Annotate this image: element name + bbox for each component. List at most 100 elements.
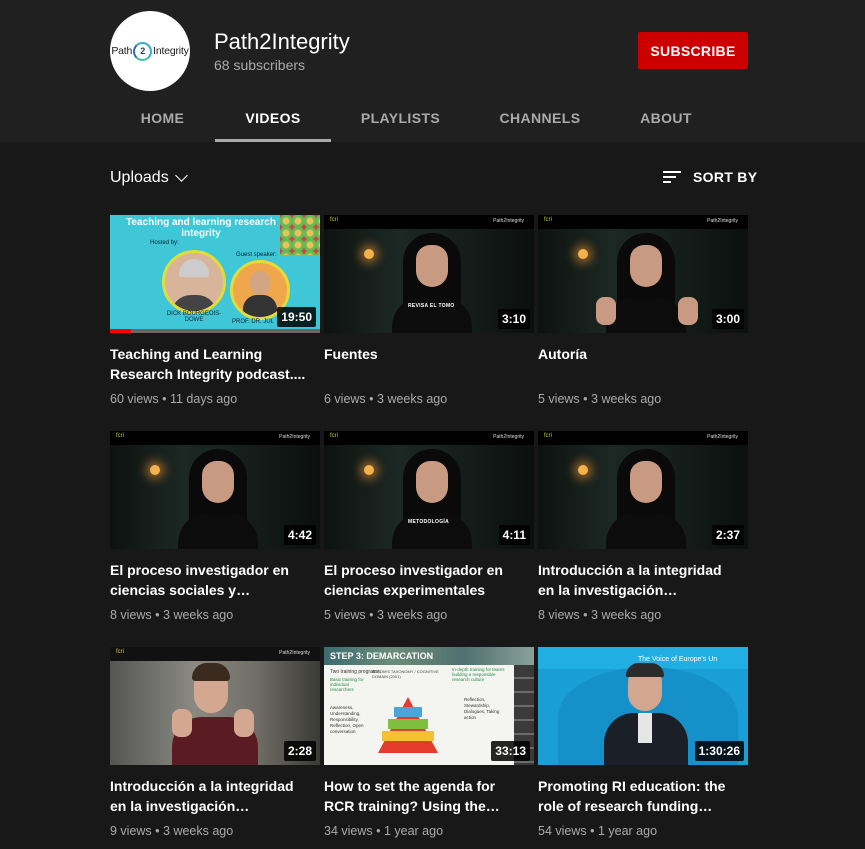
host-photo	[162, 250, 226, 314]
thumbnail-guest-name: PROF. DR. JUL	[232, 319, 275, 325]
thumbnail-banner: The Voice of Europe's Un	[638, 656, 718, 663]
video-card[interactable]: fcri Path2Integrity METODOLOGÍA 4:11 El …	[324, 431, 534, 622]
video-duration: 3:00	[711, 309, 744, 329]
sort-by-button[interactable]: SORT BY	[663, 169, 757, 185]
avatar-logo-icon: 2	[133, 41, 153, 61]
video-title[interactable]: Autoría	[538, 344, 738, 384]
tab-home[interactable]: HOME	[110, 98, 215, 142]
video-title[interactable]: How to set the agenda for RCR training? …	[324, 776, 524, 816]
video-age: 3 weeks ago	[591, 608, 662, 622]
subscriber-count: 68 subscribers	[214, 57, 306, 73]
thumbnail-tag-left: fcri	[116, 649, 124, 655]
video-duration: 3:10	[497, 309, 530, 329]
lamp-light	[578, 249, 588, 259]
thumbnail-tag-left: fcri	[544, 433, 552, 439]
video-views: 8 views	[110, 608, 152, 622]
video-meta: 8 views • 3 weeks ago	[538, 608, 662, 622]
video-meta: 9 views • 3 weeks ago	[110, 824, 234, 838]
video-meta: 54 views • 1 year ago	[538, 824, 658, 838]
video-meta: 8 views • 3 weeks ago	[110, 608, 234, 622]
thumbnail-decoration	[280, 215, 320, 255]
thumbnail-tag-right: Path2Integrity	[707, 218, 738, 224]
thumbnail-tag-right: Path2Integrity	[707, 434, 738, 440]
video-thumbnail[interactable]: fcri Path2Integrity 2:28	[110, 647, 320, 765]
tab-about[interactable]: ABOUT	[620, 98, 712, 142]
video-title[interactable]: Promoting RI education: the role of rese…	[538, 776, 738, 816]
video-title[interactable]: Introducción a la integridad en la inves…	[110, 776, 310, 816]
video-views: 9 views	[110, 824, 152, 838]
video-views: 60 views	[110, 392, 159, 406]
subscribe-button[interactable]: SUBSCRIBE	[638, 32, 748, 69]
channel-avatar[interactable]: Path 2 Integrity	[110, 11, 190, 91]
video-meta: 34 views • 1 year ago	[324, 824, 444, 838]
video-duration: 2:28	[283, 741, 316, 761]
video-card[interactable]: fcri Path2Integrity 3:00 Autoría 5 views…	[538, 215, 748, 406]
lamp-light	[364, 465, 374, 475]
video-card[interactable]: fcri Path2Integrity 2:28 Introducción a …	[110, 647, 320, 838]
video-age: 1 year ago	[597, 824, 658, 838]
video-views: 6 views	[324, 392, 366, 406]
video-meta: 5 views • 3 weeks ago	[324, 608, 448, 622]
video-views: 5 views	[324, 608, 366, 622]
uploads-label: Uploads	[110, 169, 169, 186]
video-thumbnail[interactable]: fcri Path2Integrity 4:42	[110, 431, 320, 549]
lamp-light	[364, 249, 374, 259]
video-age: 3 weeks ago	[377, 392, 448, 406]
video-title[interactable]: El proceso investigador en ciencias soci…	[110, 560, 310, 600]
thumbnail-tag-left: fcri	[116, 433, 124, 439]
video-title[interactable]: Fuentes	[324, 344, 524, 384]
thumbnail-tag-right: Path2Integrity	[493, 218, 524, 224]
video-meta: 6 views • 3 weeks ago	[324, 392, 448, 406]
thumbnail-tag-left: fcri	[544, 217, 552, 223]
lamp-light	[150, 465, 160, 475]
thumbnail-tag-left: fcri	[330, 217, 338, 223]
video-title[interactable]: Teaching and Learning Research Integrity…	[110, 344, 310, 384]
video-thumbnail[interactable]: The Voice of Europe's Un 1:30:26	[538, 647, 748, 765]
uploads-dropdown[interactable]: Uploads	[110, 169, 188, 187]
video-age: 1 year ago	[383, 824, 444, 838]
thumbnail-tag-right: Path2Integrity	[279, 650, 310, 656]
video-duration: 2:37	[711, 525, 744, 545]
thumbnail-bloom: BLOOM'S TAXONOMY / COGNITIVE DOMAIN (200…	[372, 669, 439, 679]
sort-by-label: SORT BY	[693, 169, 758, 185]
video-meta: 5 views • 3 weeks ago	[538, 392, 662, 406]
video-card[interactable]: STEP 3: DEMARCATION Two training program…	[324, 647, 534, 838]
video-title[interactable]: Introducción a la integridad en la inves…	[538, 560, 738, 600]
video-age: 3 weeks ago	[591, 392, 662, 406]
video-thumbnail[interactable]: Teaching and learning research integrity…	[110, 215, 320, 333]
video-card[interactable]: Teaching and learning research integrity…	[110, 215, 320, 406]
sort-icon	[663, 170, 681, 184]
thumbnail-indepth: In-depth training for teams building a r…	[452, 667, 505, 682]
tab-playlists[interactable]: PLAYLISTS	[342, 98, 459, 142]
video-thumbnail[interactable]: STEP 3: DEMARCATION Two training program…	[324, 647, 534, 765]
thumbnail-left-list: Awareness, Understanding, Responsibility…	[330, 705, 364, 734]
thumbnail-caption: REVISA EL TOMO	[408, 303, 455, 309]
avatar-text-right: Integrity	[153, 45, 189, 57]
thumbnail-step: STEP 3: DEMARCATION	[330, 651, 434, 661]
chevron-down-icon	[174, 169, 188, 182]
video-duration: 33:13	[491, 741, 530, 761]
tab-channels[interactable]: CHANNELS	[480, 98, 600, 142]
watch-progress-bar	[110, 329, 320, 333]
video-thumbnail[interactable]: fcri Path2Integrity METODOLOGÍA 4:11	[324, 431, 534, 549]
tab-videos[interactable]: VIDEOS	[215, 98, 331, 142]
video-card[interactable]: fcri Path2Integrity 4:42 El proceso inve…	[110, 431, 320, 622]
video-card[interactable]: fcri Path2Integrity 2:37 Introducción a …	[538, 431, 748, 622]
video-thumbnail[interactable]: fcri Path2Integrity REVISA EL TOMO 3:10	[324, 215, 534, 333]
video-age: 3 weeks ago	[163, 824, 234, 838]
video-card[interactable]: The Voice of Europe's Un 1:30:26 Promoti…	[538, 647, 748, 838]
thumbnail-caption: METODOLOGÍA	[408, 519, 449, 525]
avatar-text-left: Path	[111, 45, 133, 57]
video-thumbnail[interactable]: fcri Path2Integrity 3:00	[538, 215, 748, 333]
video-card[interactable]: fcri Path2Integrity REVISA EL TOMO 3:10 …	[324, 215, 534, 406]
video-views: 54 views	[538, 824, 587, 838]
video-duration: 19:50	[277, 307, 316, 327]
video-duration: 4:11	[498, 525, 530, 545]
video-thumbnail[interactable]: fcri Path2Integrity 2:37	[538, 431, 748, 549]
video-age: 11 days ago	[169, 392, 238, 406]
channel-name: Path2Integrity	[214, 29, 350, 54]
video-title[interactable]: El proceso investigador en ciencias expe…	[324, 560, 524, 600]
video-views: 34 views	[324, 824, 373, 838]
video-age: 3 weeks ago	[377, 608, 448, 622]
thumbnail-hosted: Hosted by:	[150, 240, 179, 246]
